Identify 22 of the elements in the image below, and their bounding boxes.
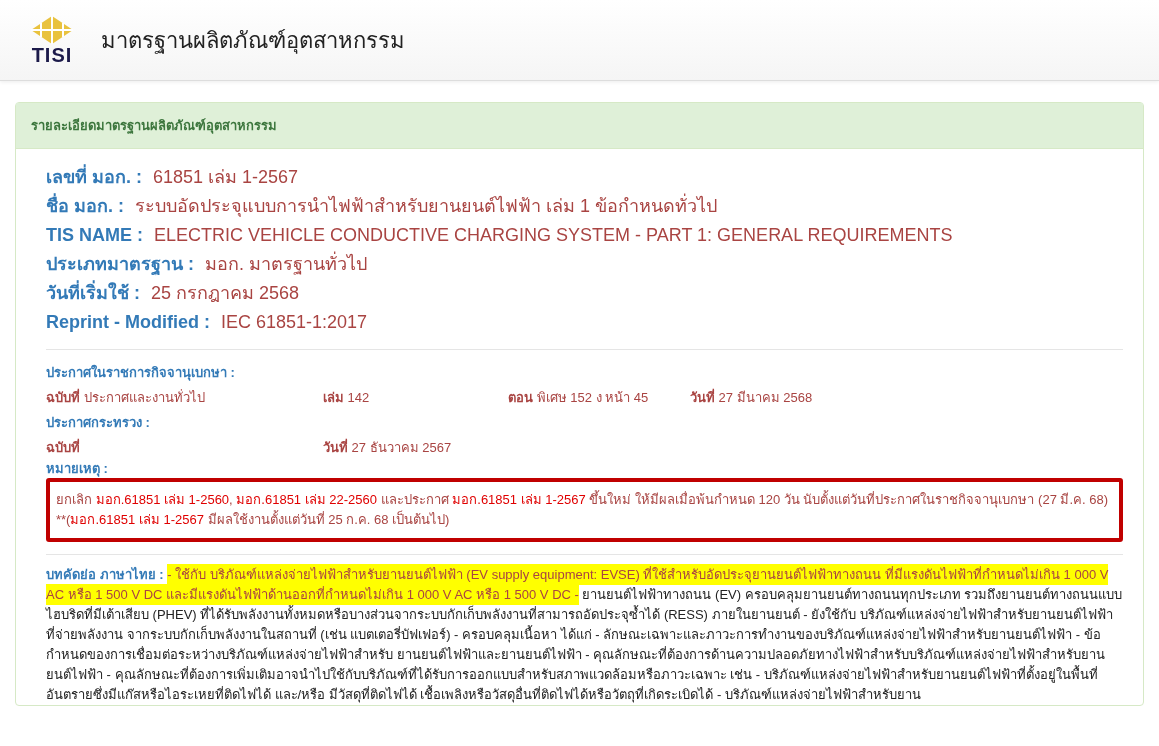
gazette-field: ฉบับที่ ประกาศและงานทั่วไป [46,385,323,410]
diamond-logo-icon [29,15,75,45]
gazette-field: เล่ม 142 [323,385,508,410]
section-heading: หมายเหตุ : [46,460,109,478]
panel-title: รายละเอียดมาตรฐานผลิตภัณฑ์อุตสาหกรรม [31,118,277,133]
field-label: Reprint - Modified : [46,312,210,332]
field-value: 25 กรกฎาคม 2568 [151,283,300,303]
abstract-paragraph: บทคัดย่อ ภาษาไทย : - ใช้กับ บริภัณฑ์แหล่งจ่ายไฟฟ้าสำหรับยานยนต์ไฟฟ้า (EV supply equipment: EVSE) ที่ใช้สำหรับอัดประจุยานยนต์ไฟฟ้าทางถนน ที่มีแรงดันไฟฟ้าที่กำหนดไม่เกิน 1 000 V AC หรือ 1 500 V DC และมีแรงดันไฟฟ้าด้านออกที่กำหนดไม่เกิน 1 000 V AC หรือ 1 500 V DC - ยานยนต์ไฟฟ้าทางถนน (EV) ครอบคลุมยานยนต์ทางถนนทุกประเภท รวมถึงยานยนต์ทางถนนแบบไฮบริดที่มีเต้าเสียบ (PHEV) ที่ได้รับพลังงานทั้งหมดหรือบางส่วนจากระบบกักเก็บพลังงานที่สามารถอัดประจุซ้ำได้ (RESS) ภายในยานยนต์ - ยังใช้กับ บริภัณฑ์แหล่งจ่ายไฟฟ้าสำหรับยานยนต์ไฟฟ้า ที่จ่ายพลังงาน จากระบบกักเก็บพลังงานในสถานที่ (เช่น แบตเตอรี่บัฟเฟอร์) - ครอบคลุมเนื้อหา ได้แก่ - ลักษณะเฉพาะและภาวะการทำงานของบริภัณฑ์แหล่งจ่ายไฟฟ้าสำหรับยานยนต์ไฟฟ้า - ข้อกำหนดของการเชื่อมต่อระหว่างบริภัณฑ์แหล่งจ่ายไฟฟ้าสำหรับ ยานยนต์ไฟฟ้าและยานยนต์ไฟฟ้า - คุณลักษณะที่ต้องการด้านความปลอดภัยทางไฟฟ้าสำหรับบริภัณฑ์แหล่งจ่ายไฟฟ้าสำหรับยานยนต์ไฟฟ้า - คุณลักษณะที่ต้องการเพิ่มเติมอาจนำไปใช้กับบริภัณฑ์ที่ได้รับการออกแบบสำหรับสภาพแวดล้อมหรือภาวะเฉพาะ เช่น - บริภัณฑ์แหล่งจ่ายไฟฟ้าสำหรับยานยนต์ไฟฟ้าที่ตั้งอยู่ในพื้นที่อันตรายซึ่งมีแก๊สหรือไอระเหยที่ติดไฟได้ และ/หรือ มีวัสดุที่ติดไฟได้ เชื้อเพลิงหรือวัสดุอื่นที่ติดไฟได้หรือวัตถุที่เกิดระเบิดได้ - บริภัณฑ์แหล่งจ่ายไฟฟ้าสำหรับยาน [46,565,1123,705]
field-value: ELECTRIC VEHICLE CONDUCTIVE CHARGING SYSTEM - PART 1: GENERAL REQUIREMENTS [154,225,953,245]
remark-text: ยกเลิก มอก.61851 เล่ม 1-2560, มอก.61851 เล่ม 22-2560 และประกาศ มอก.61851 เล่ม 1-2567 ขึ้นใหม่ ให้มีผลเมื่อพ้นกำหนด 120 วัน นับตั้งแต่วันที่ประกาศในราชกิจจานุเบกษา (27 มี.ค. 68) **(มอก.61851 เล่ม 1-2567 มีผลใช้งานตั้งแต่วันที่ 25 ก.ค. 68 เป็นต้นไป) [56,490,1110,529]
field-label: TIS NAME : [46,225,143,245]
field-label: ประเภทมาตรฐาน : [46,254,194,274]
site-title: มาตรฐานผลิตภัณฑ์อุตสาหกรรม [101,26,405,56]
gazette-field: วันที่ 27 มีนาคม 2568 [690,385,1123,410]
ministry-field: วันที่ 27 ธันวาคม 2567 [323,435,1123,460]
field-value: IEC 61851-1:2017 [221,312,368,332]
field-value: 61851 เล่ม 1-2567 [153,167,299,187]
ministry-field: ฉบับที่ [46,435,323,460]
section-heading: ประกาศกระทรวง : [46,414,151,432]
gazette-field: ตอน พิเศษ 152 ง หน้า 45 [508,385,690,410]
section-heading: ประกาศในราชการกิจจานุเบกษา : [46,363,236,383]
logo-text: TISI [31,45,73,65]
